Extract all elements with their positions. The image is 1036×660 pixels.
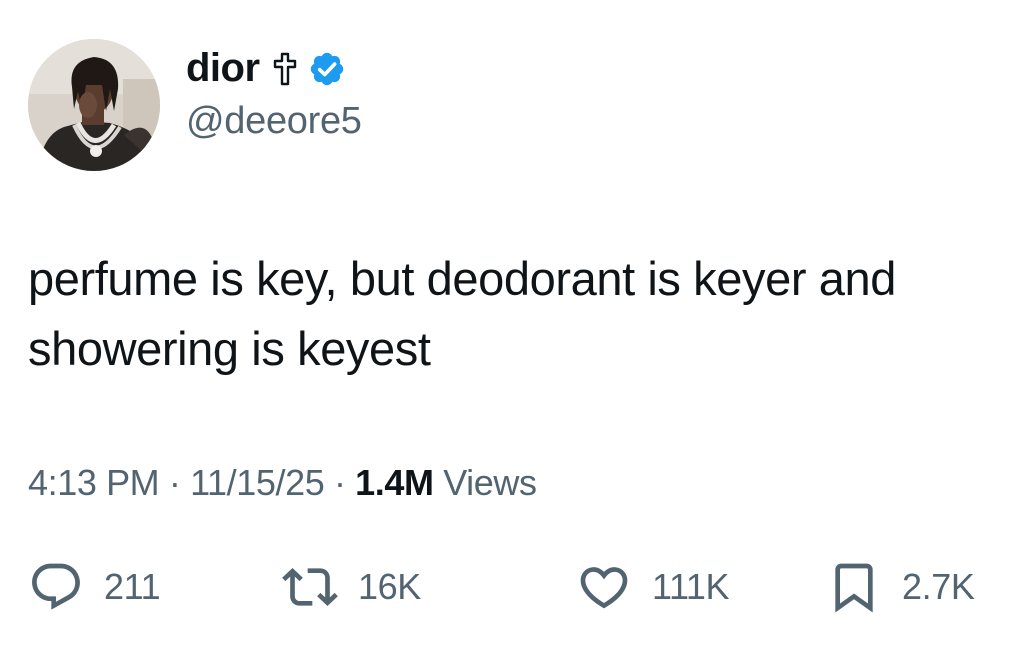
retweet-button[interactable]: 16K bbox=[282, 555, 421, 619]
reply-icon bbox=[28, 559, 84, 615]
tweet-date[interactable]: 11/15/25 bbox=[190, 462, 325, 503]
retweet-icon bbox=[282, 559, 338, 615]
tweet-header: dior @deeore5 bbox=[28, 38, 362, 172]
tweet-text: perfume is key, but deodorant is keyer a… bbox=[28, 252, 896, 375]
bookmark-icon bbox=[826, 559, 882, 615]
retweet-count: 16K bbox=[358, 566, 421, 607]
like-count: 111K bbox=[652, 566, 730, 607]
display-name[interactable]: dior bbox=[186, 46, 260, 91]
name-row: dior bbox=[186, 44, 362, 94]
reply-button[interactable]: 211 bbox=[28, 555, 161, 619]
meta-separator: · bbox=[168, 462, 181, 503]
tweet-time[interactable]: 4:13 PM bbox=[28, 462, 160, 503]
tweet-actions: 211 16K 111K 2.7K bbox=[28, 555, 1018, 619]
cross-emoji-icon bbox=[272, 52, 298, 86]
reply-count: 211 bbox=[104, 566, 161, 607]
heart-icon bbox=[576, 559, 632, 615]
tweet-meta: 4:13 PM · 11/15/25 · 1.4M Views bbox=[28, 462, 537, 504]
views-label: Views bbox=[443, 462, 537, 503]
views-count: 1.4M bbox=[355, 462, 434, 503]
tweet-card: dior @deeore5 perfume is key, but deodor… bbox=[0, 0, 1036, 660]
meta-separator: · bbox=[333, 462, 346, 503]
bookmark-button[interactable]: 2.7K bbox=[826, 555, 975, 619]
author-identity: dior @deeore5 bbox=[186, 44, 362, 143]
bookmark-count: 2.7K bbox=[902, 566, 975, 607]
like-button[interactable]: 111K bbox=[576, 555, 730, 619]
avatar[interactable] bbox=[28, 39, 160, 171]
verified-badge-icon bbox=[308, 50, 346, 88]
author-handle[interactable]: @deeore5 bbox=[186, 100, 362, 143]
